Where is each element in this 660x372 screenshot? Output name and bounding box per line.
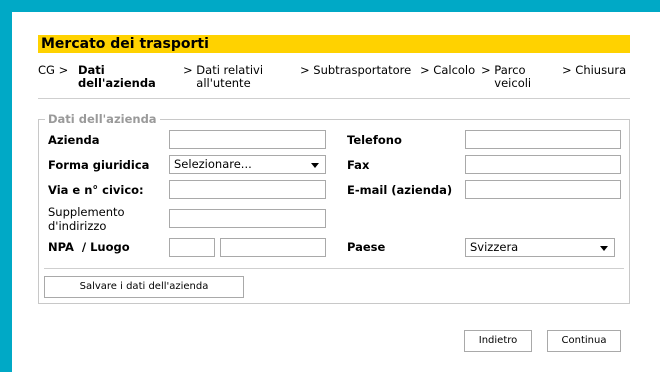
legal-form-selected: Selezionare... [174, 157, 252, 171]
country-select[interactable]: Svizzera [465, 238, 615, 257]
address-supplement-label: Supplemento d'indirizzo [48, 205, 125, 233]
country-label: Paese [347, 240, 386, 254]
breadcrumb-item-subcarrier[interactable]: > Subtrasportatore [300, 64, 411, 77]
frame-left-border [0, 0, 12, 372]
street-input[interactable] [169, 180, 326, 199]
street-label: Via e n° civico: [48, 183, 144, 197]
city-input[interactable] [220, 238, 326, 257]
zip-city-label: NPA / Luogo [48, 240, 130, 254]
fieldset-legend: Dati dell'azienda [48, 112, 157, 126]
legal-form-label: Forma giuridica [48, 158, 150, 172]
page-title: Mercato dei trasporti [38, 35, 630, 53]
email-input[interactable] [465, 180, 621, 199]
company-input[interactable] [169, 130, 326, 149]
breadcrumb-item-company-data[interactable]: Dati dell'azienda [78, 64, 160, 90]
breadcrumb-item-closing[interactable]: > Chiusura [562, 64, 626, 77]
header-divider [38, 98, 630, 99]
phone-input[interactable] [465, 130, 621, 149]
phone-label: Telefono [347, 133, 402, 147]
frame-top-border [0, 0, 660, 12]
zip-input[interactable] [169, 238, 215, 257]
company-label: Azienda [48, 133, 100, 147]
chevron-down-icon [600, 246, 608, 251]
save-company-data-button[interactable]: Salvare i dati dell'azienda [44, 276, 244, 298]
continue-button[interactable]: Continua [547, 330, 621, 352]
breadcrumb-item-user-data[interactable]: > Dati relativi all'utente [183, 64, 276, 90]
legal-form-select[interactable]: Selezionare... [169, 155, 326, 174]
back-button[interactable]: Indietro [464, 330, 532, 352]
country-selected: Svizzera [470, 240, 519, 254]
breadcrumb-item-fleet[interactable]: > Parco veicoli [481, 64, 538, 90]
address-supplement-input[interactable] [169, 209, 326, 228]
chevron-down-icon [311, 163, 319, 168]
breadcrumb-item-calculation[interactable]: > Calcolo [420, 64, 475, 77]
fax-input[interactable] [465, 155, 621, 174]
email-label: E-mail (azienda) [347, 183, 453, 197]
breadcrumb-item-cg[interactable]: CG > [38, 64, 68, 77]
fax-label: Fax [347, 158, 370, 172]
form-divider [44, 268, 624, 269]
